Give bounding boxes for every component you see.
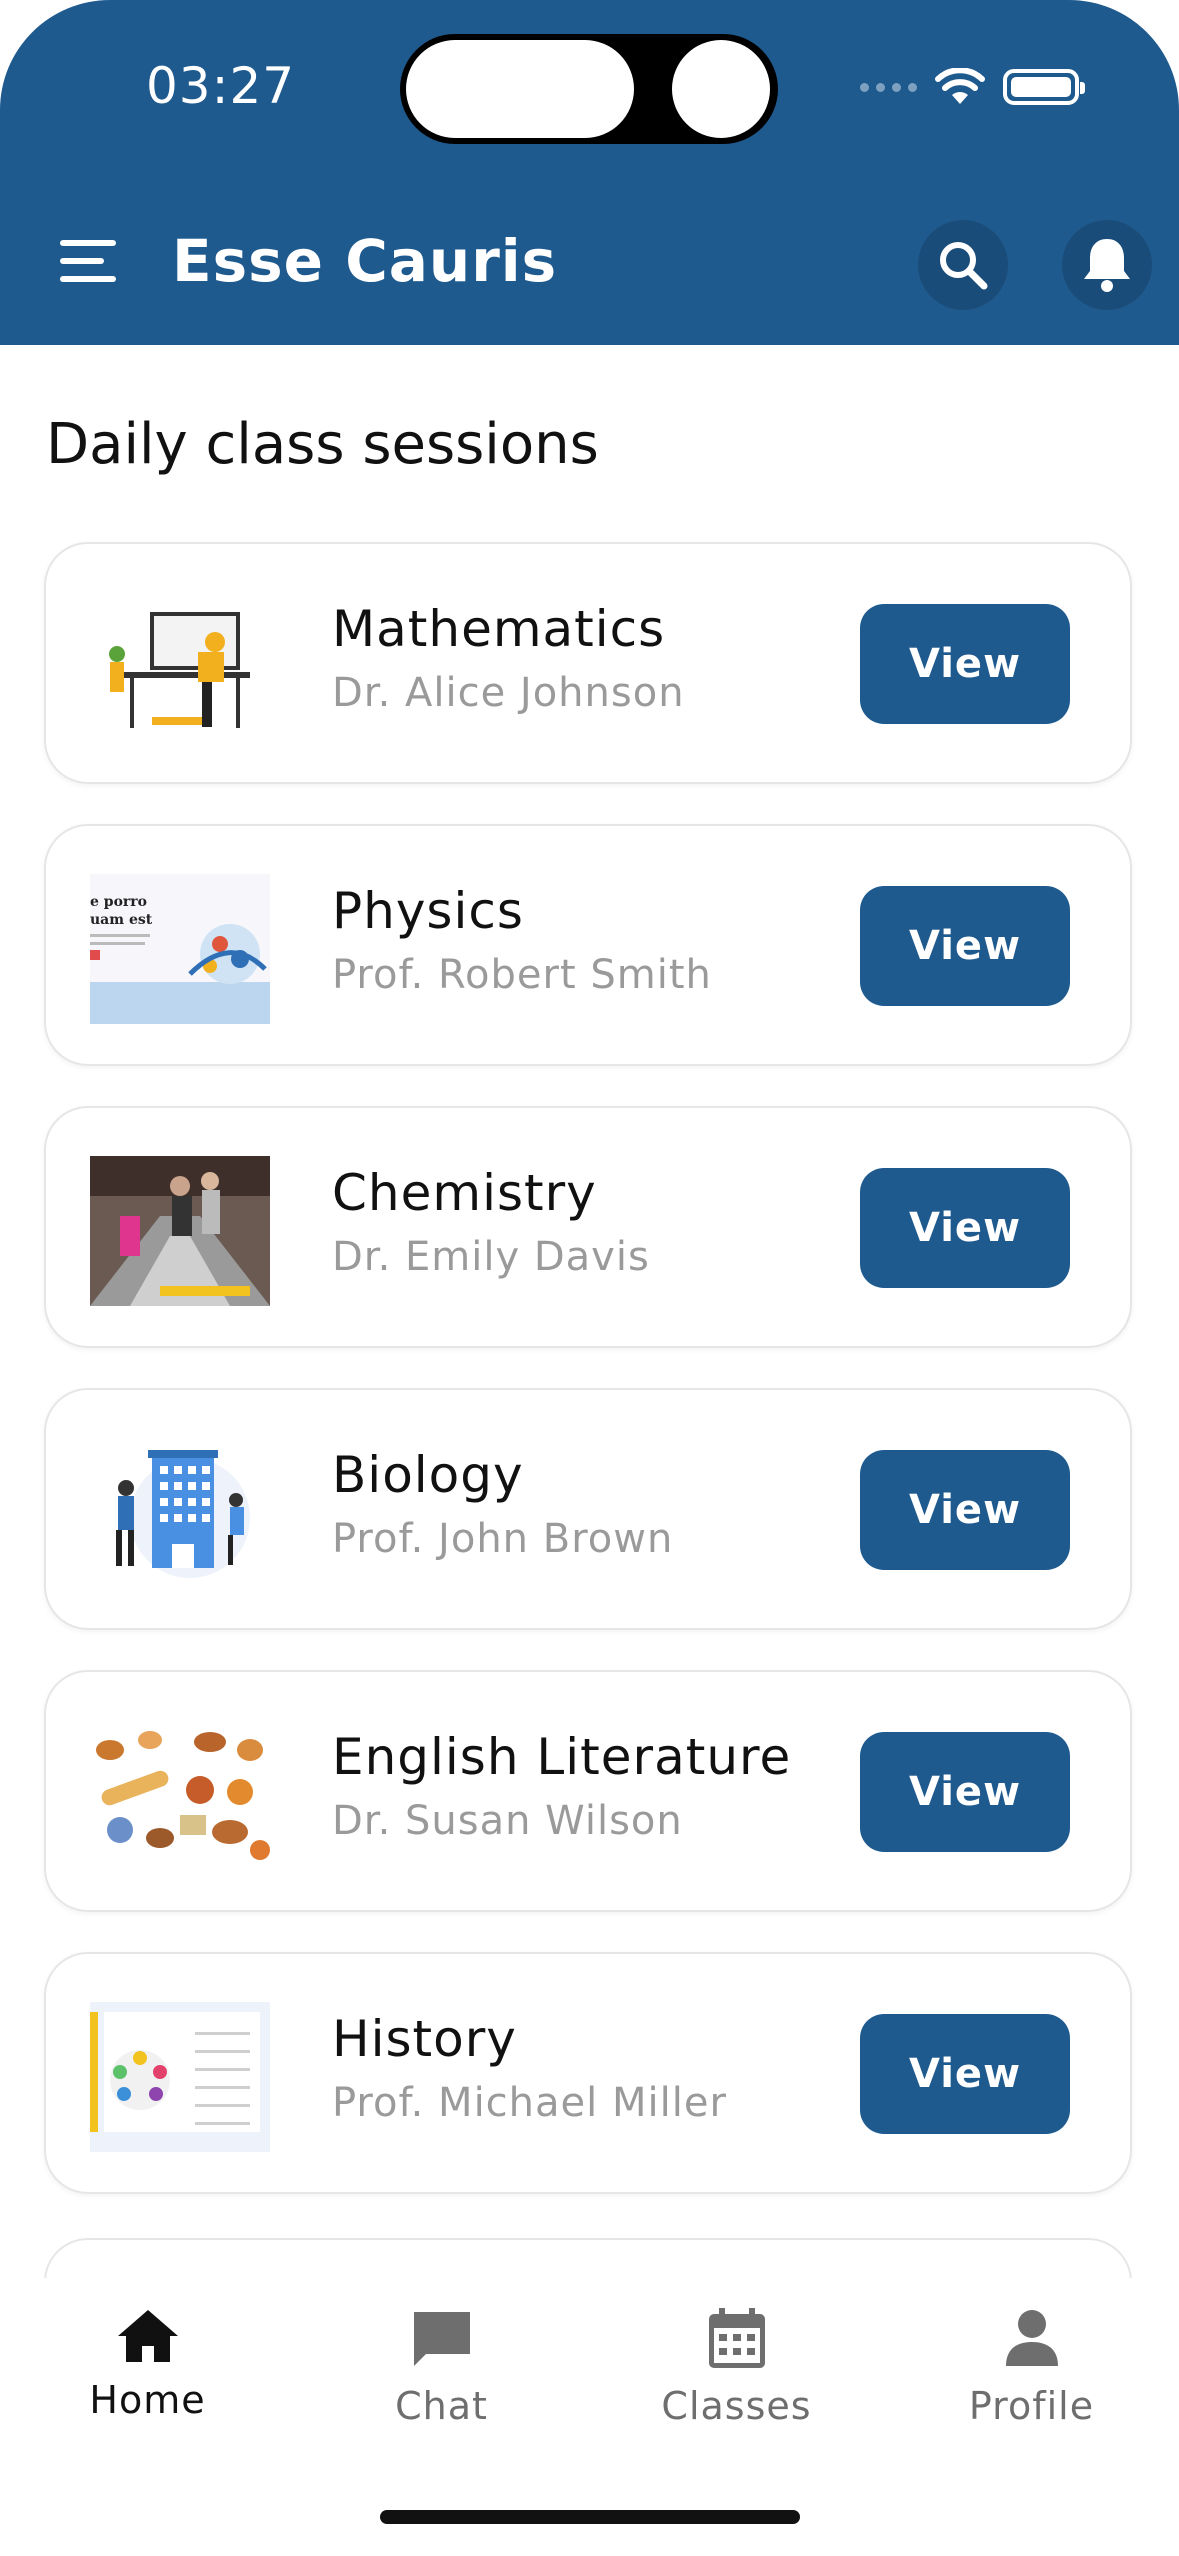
view-button[interactable]: View [860,1732,1070,1852]
hamburger-menu-icon[interactable] [60,236,120,286]
nav-home-label: Home [89,2378,206,2422]
home-icon [118,2310,178,2362]
class-subject: Biology [332,1446,524,1504]
class-thumbnail [90,2002,270,2152]
search-icon [940,242,988,290]
class-card[interactable]: Chemistry Dr. Emily Davis View [44,1106,1132,1348]
island-pill [406,40,634,138]
class-card[interactable]: English Literature Dr. Susan Wilson View [44,1670,1132,1912]
notifications-button[interactable] [1062,220,1152,310]
island-camera [672,40,770,138]
class-thumbnail: e porro uam est [90,874,270,1024]
app-header: 03:27 Esse Cauris [0,0,1179,345]
class-thumbnail [90,592,270,742]
person-icon [1006,2310,1058,2366]
class-subject: History [332,2010,517,2068]
class-thumbnail [90,1720,270,1870]
class-subject: Mathematics [332,600,666,658]
bell-icon [1084,239,1130,292]
class-teacher: Dr. Alice Johnson [332,670,685,716]
class-thumbnail [90,1438,270,1588]
view-button[interactable]: View [860,604,1070,724]
status-time: 03:27 [146,57,296,115]
class-card[interactable]: e porro uam est Physics Prof. Robert Smi… [44,824,1132,1066]
svg-text:uam est: uam est [90,912,153,928]
nav-profile-label: Profile [968,2384,1095,2428]
class-teacher: Prof. Robert Smith [332,952,712,998]
class-teacher: Prof. Michael Miller [332,2080,727,2126]
class-card[interactable]: Mathematics Dr. Alice Johnson View [44,542,1132,784]
class-card[interactable]: History Prof. Michael Miller View [44,1952,1132,2194]
class-subject: Physics [332,882,524,940]
section-title: Daily class sessions [46,412,599,477]
nav-home[interactable]: Home [0,2278,295,2478]
view-button[interactable]: View [860,1168,1070,1288]
class-teacher: Dr. Emily Davis [332,1234,650,1280]
nav-chat-label: Chat [395,2384,488,2428]
battery-icon [1003,69,1085,105]
class-thumbnail [90,1156,270,1306]
nav-chat[interactable]: Chat [294,2278,589,2478]
status-icons [860,62,1085,112]
nav-classes-label: Classes [661,2384,812,2428]
home-indicator [380,2510,800,2524]
nav-classes[interactable]: Classes [589,2278,884,2478]
search-button[interactable] [918,220,1008,310]
svg-text:e porro: e porro [90,894,147,910]
chat-icon [414,2312,470,2366]
nav-profile[interactable]: Profile [884,2278,1179,2478]
calendar-icon [709,2308,765,2368]
view-button[interactable]: View [860,1450,1070,1570]
class-subject: Chemistry [332,1164,597,1222]
class-card[interactable]: Biology Prof. John Brown View [44,1388,1132,1630]
class-subject: English Literature [332,1728,792,1786]
app-title: Esse Cauris [172,227,558,295]
class-teacher: Dr. Susan Wilson [332,1798,683,1844]
class-teacher: Prof. John Brown [332,1516,674,1562]
wifi-icon [935,68,985,104]
cellular-signal-icon [860,82,917,92]
view-button[interactable]: View [860,2014,1070,2134]
dynamic-island [400,34,778,144]
view-button[interactable]: View [860,886,1070,1006]
